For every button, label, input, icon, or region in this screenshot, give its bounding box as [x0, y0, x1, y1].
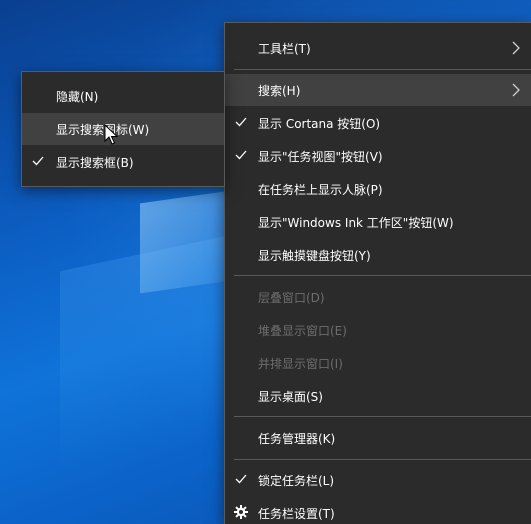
menu-item-label: 任务管理器(K): [258, 431, 336, 446]
chevron-right-icon: [512, 83, 520, 97]
submenu-item-hidden[interactable]: 隐藏(N): [22, 80, 224, 112]
menu-item-label: 显示触摸键盘按钮(Y): [258, 248, 371, 263]
menu-item-search[interactable]: 搜索(H): [225, 74, 531, 106]
menu-item-label: 锁定任务栏(L): [258, 473, 335, 488]
submenu-item-label: 显示搜索框(B): [56, 155, 134, 170]
menu-separator: [234, 416, 531, 417]
submenu-item-show-search-icon[interactable]: 显示搜索图标(W): [22, 113, 224, 145]
menu-item-label: 堆叠显示窗口(E): [258, 323, 347, 338]
menu-item-label: 显示桌面(S): [258, 389, 323, 404]
menu-item-label: 任务栏设置(T): [258, 506, 335, 521]
menu-item-label: 工具栏(T): [258, 41, 311, 56]
menu-item-label: 显示"Windows Ink 工作区"按钮(W): [258, 215, 454, 230]
menu-item-show-task-view[interactable]: 显示"任务视图"按钮(V): [225, 140, 531, 172]
checkmark-icon: [235, 474, 247, 484]
submenu-item-label: 隐藏(N): [56, 89, 99, 104]
menu-item-side-by-side[interactable]: 并排显示窗口(I): [225, 347, 531, 379]
mouse-pointer-icon: [104, 124, 118, 145]
checkmark-icon: [32, 156, 44, 166]
submenu-item-show-search-box[interactable]: 显示搜索框(B): [22, 146, 224, 178]
menu-item-stack[interactable]: 堆叠显示窗口(E): [225, 314, 531, 346]
gear-icon: [234, 505, 248, 519]
menu-item-taskbar-settings[interactable]: 任务栏设置(T): [225, 497, 531, 524]
menu-item-lock-taskbar[interactable]: 锁定任务栏(L): [225, 464, 531, 496]
menu-item-show-touch-keyboard[interactable]: 显示触摸键盘按钮(Y): [225, 239, 531, 271]
menu-item-label: 层叠窗口(D): [258, 290, 325, 305]
menu-item-label: 显示 Cortana 按钮(O): [258, 116, 381, 131]
checkmark-icon: [235, 117, 247, 127]
menu-item-label: 搜索(H): [258, 83, 301, 98]
submenu-item-label: 显示搜索图标(W): [56, 122, 150, 137]
menu-item-label: 并排显示窗口(I): [258, 356, 343, 371]
menu-separator: [234, 275, 531, 276]
menu-item-cascade[interactable]: 层叠窗口(D): [225, 281, 531, 313]
menu-item-show-cortana[interactable]: 显示 Cortana 按钮(O): [225, 107, 531, 139]
search-submenu: 隐藏(N) 显示搜索图标(W) 显示搜索框(B): [21, 71, 225, 187]
menu-separator: [234, 459, 531, 460]
menu-item-show-desktop[interactable]: 显示桌面(S): [225, 380, 531, 412]
chevron-right-icon: [512, 41, 520, 55]
menu-item-label: 显示"任务视图"按钮(V): [258, 149, 383, 164]
menu-item-toolbar[interactable]: 工具栏(T): [225, 32, 531, 64]
menu-item-label: 在任务栏上显示人脉(P): [258, 182, 383, 197]
menu-item-show-ink[interactable]: 显示"Windows Ink 工作区"按钮(W): [225, 206, 531, 238]
menu-separator: [234, 69, 531, 70]
checkmark-icon: [235, 150, 247, 160]
menu-item-task-manager[interactable]: 任务管理器(K): [225, 422, 531, 454]
taskbar-context-menu: 工具栏(T) 搜索(H) 显示 Cortana 按钮(O) 显示"任务视图"按钮…: [224, 22, 531, 524]
menu-item-show-people[interactable]: 在任务栏上显示人脉(P): [225, 173, 531, 205]
